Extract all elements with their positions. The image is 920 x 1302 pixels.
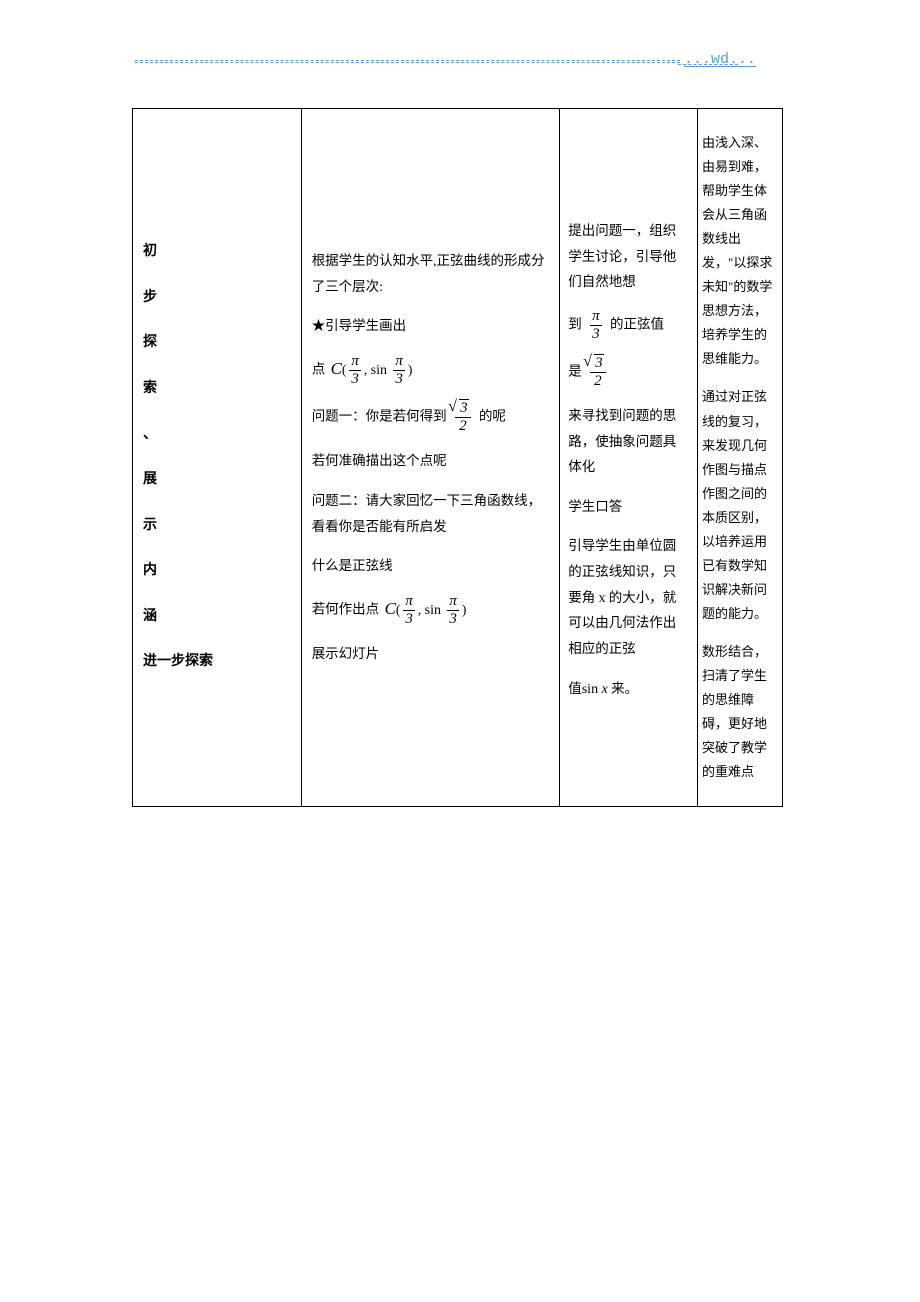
stage-char: 索 bbox=[143, 376, 291, 403]
stage-char: 、 bbox=[143, 422, 291, 449]
stage-char: 探 bbox=[143, 330, 291, 357]
para: 学生口答 bbox=[568, 494, 689, 520]
para: ★引导学生画出 bbox=[312, 313, 550, 339]
para: 问题二：请大家回忆一下三角函数线，看看你是否能有所启发 bbox=[312, 488, 550, 539]
header-wd: ...wd... bbox=[684, 46, 756, 73]
math-expr: 32 bbox=[587, 356, 609, 389]
para: 展示幻灯片 bbox=[312, 641, 550, 667]
para: 若何准确描出这个点呢 bbox=[312, 448, 550, 474]
stage-char: 初 bbox=[143, 239, 291, 266]
para: 通过对正弦线的复习，来发现几何作图与描点作图之间的本质区别，以培养运用已有数学知… bbox=[702, 385, 778, 625]
math-expr: 32 bbox=[452, 401, 474, 434]
para: 什么是正弦线 bbox=[312, 553, 550, 579]
student-activity-cell: 提出问题一，组织学生讨论，引导他们自然地想 到 π3 的正弦值 是 32 来寻找… bbox=[560, 109, 698, 807]
text: 点 bbox=[312, 361, 326, 376]
math-expr: sin x bbox=[582, 682, 608, 697]
text: 问题一：你是若何得到 bbox=[312, 409, 447, 424]
stage-last-line: 进一步探索 bbox=[143, 649, 291, 676]
text: 是 bbox=[568, 363, 582, 378]
para: 点 C(π3, sin π3) bbox=[312, 353, 550, 387]
text: 来。 bbox=[611, 681, 638, 696]
para: 来寻找到问题的思路，使抽象问题具体化 bbox=[568, 403, 689, 480]
para: 根据学生的认知水平,正弦曲线的形成分了三个层次: bbox=[312, 248, 550, 299]
stage-label-cell: 初 步 探 索 、 展 示 内 涵 进一步探索 bbox=[133, 109, 302, 807]
header-dashed-line bbox=[135, 60, 680, 63]
stage-char: 展 bbox=[143, 467, 291, 494]
para: 由浅入深、由易到难，帮助学生体会从三角函数线出发，"以探求未知"的数学思想方法，… bbox=[702, 131, 778, 371]
para: 到 π3 的正弦值 bbox=[568, 309, 689, 342]
math-expr: C(π3, sin π3) bbox=[331, 353, 413, 387]
para: 提出问题一，组织学生讨论，引导他们自然地想 bbox=[568, 218, 689, 295]
stage-char: 内 bbox=[143, 558, 291, 585]
para: 若何作出点 C(π3, sin π3) bbox=[312, 593, 550, 627]
math-expr: C(π3, sin π3) bbox=[385, 593, 467, 627]
math-expr: π3 bbox=[587, 309, 605, 342]
para: 是 32 bbox=[568, 356, 689, 389]
stage-char: 示 bbox=[143, 513, 291, 540]
stage-char: 步 bbox=[143, 285, 291, 312]
table-row: 初 步 探 索 、 展 示 内 涵 进一步探索 根据学生的认知水平,正弦曲线的形… bbox=[133, 109, 783, 807]
text: 若何作出点 bbox=[312, 601, 380, 616]
para: 问题一：你是若何得到 32 的呢 bbox=[312, 401, 550, 434]
para: 引导学生由单位圆的正弦线知识，只要角 x 的大小，就可以由几何法作出相应的正弦 bbox=[568, 533, 689, 661]
design-intent-cell: 由浅入深、由易到难，帮助学生体会从三角函数线出发，"以探求未知"的数学思想方法，… bbox=[698, 109, 783, 807]
text: 到 bbox=[568, 316, 582, 331]
text: 值 bbox=[568, 681, 582, 696]
lesson-plan-table: 初 步 探 索 、 展 示 内 涵 进一步探索 根据学生的认知水平,正弦曲线的形… bbox=[132, 108, 783, 807]
text: 的呢 bbox=[479, 409, 506, 424]
para: 值sin x 来。 bbox=[568, 676, 689, 704]
text: 的正弦值 bbox=[610, 316, 664, 331]
stage-char: 涵 bbox=[143, 604, 291, 631]
teacher-activity-cell: 根据学生的认知水平,正弦曲线的形成分了三个层次: ★引导学生画出 点 C(π3,… bbox=[301, 109, 560, 807]
para: 数形结合，扫清了学生的思维障碍，更好地突破了教学的重难点 bbox=[702, 640, 778, 784]
